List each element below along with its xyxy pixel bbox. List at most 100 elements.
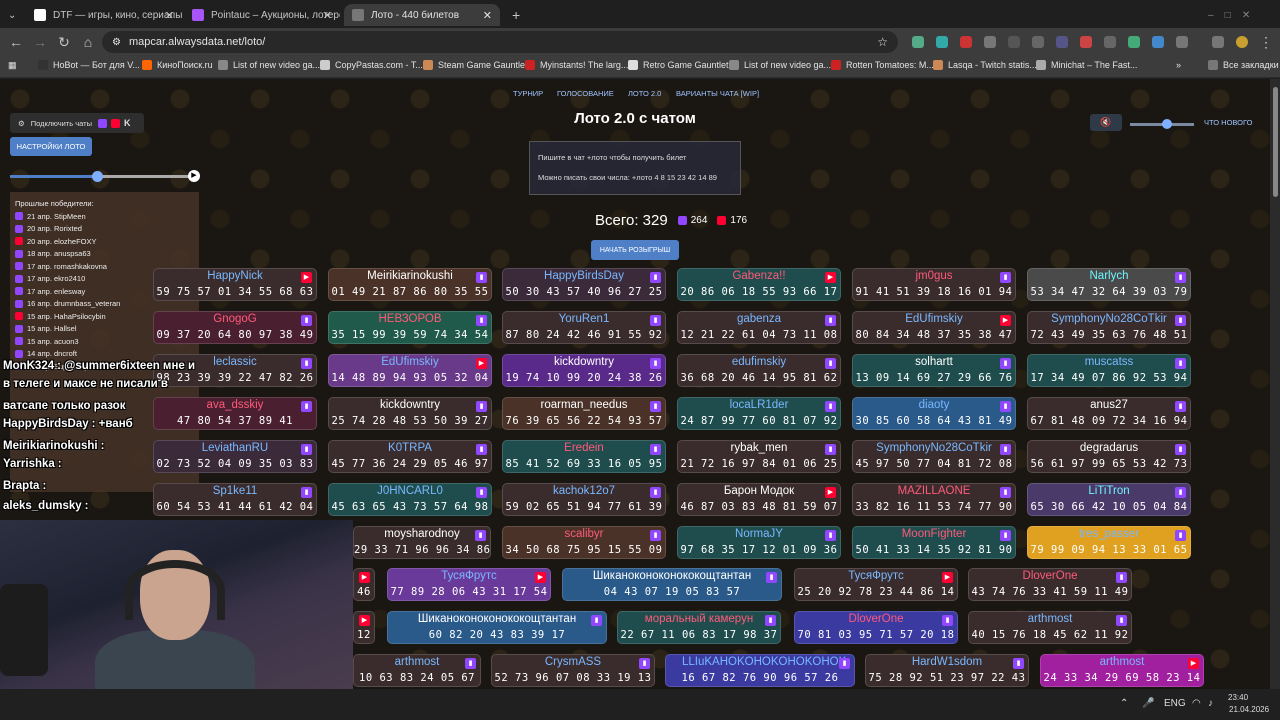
ticket-username: MAZILLAONE [897,485,971,497]
whats-new-link[interactable]: ЧТО НОВОГО [1204,118,1252,127]
close-icon[interactable]: ✕ [483,9,492,22]
site-info-icon[interactable]: ⚙ [112,37,121,48]
extension-icon[interactable] [936,36,948,48]
loto-settings-button[interactable]: НАСТРОЙКИ ЛОТО [10,137,92,156]
bookmark-item[interactable]: Rotten Tomatoes: M... [831,60,934,70]
ticket-username: anus27 [1090,399,1128,411]
nav-chat-variants[interactable]: ВАРИАНТЫ ЧАТА [WIP] [676,89,759,98]
nav-loto[interactable]: ЛОТО 2.0 [628,89,661,98]
lottery-ticket: arthmost 24 33 34 29 69 58 23 14 ▶ [1040,654,1204,687]
nav-tournament[interactable]: ТУРНИР [513,89,543,98]
volume-icon[interactable]: ♪ [1208,698,1213,709]
ticket-username: SymphonyNo28CoTkir [1051,313,1167,325]
all-bookmarks[interactable]: Все закладки [1208,60,1279,70]
mute-button[interactable]: 🔇 [1090,114,1122,131]
connect-chats[interactable]: ⚙ Подключить чаты K [10,113,144,133]
url-input[interactable]: ⚙ mapcar.alwaysdata.net/loto/ ☆ [102,31,898,53]
slider-knob[interactable] [1162,119,1172,129]
twitch-icon: ▮ [825,401,836,412]
twitch-icon[interactable] [97,118,107,128]
ticket-numbers: 50 41 33 14 35 92 81 90 [855,544,1013,556]
youtube-icon: ▶ [301,272,312,283]
ticket-numbers: 46 [357,586,371,598]
tab-pointauc[interactable]: Pointauc – Аукционы, лотере ✕ [184,4,340,26]
tab-search-button[interactable]: ⌄ [0,4,24,26]
ticket-numbers: 77 89 28 06 43 31 17 54 [390,586,548,598]
twitch-count: 264 [677,215,707,226]
lottery-ticket: SymphonyNo28CoTkir 72 43 49 35 63 76 48 5… [1027,311,1191,344]
volume-slider[interactable]: ▶ [10,170,200,182]
ticket-username: solhartt [915,356,953,368]
bookmark-item[interactable]: Steam Game Gauntlet [423,60,528,70]
ticket-numbers: 25 74 28 48 53 50 39 27 [331,415,489,427]
extension-icon[interactable] [984,36,996,48]
apps-icon[interactable]: ▦ [8,60,17,71]
bookmark-item[interactable]: Minichat – The Fast... [1036,60,1137,70]
start-draw-button[interactable]: НАЧАТЬ РОЗЫГРЫШ [591,240,679,260]
bookmark-item[interactable]: Myinstants! The larg... [525,60,628,70]
new-tab-button[interactable]: + [504,4,524,26]
lottery-ticket: degradarus 56 61 97 99 65 53 42 73 ▮ [1027,440,1191,473]
bookmark-item[interactable]: HoBot — Бот для V... [38,60,140,70]
extension-icon[interactable] [1152,36,1164,48]
ticket-username: ava_dsskiy [206,399,264,411]
scrollbar[interactable] [1270,79,1280,689]
ticket-numbers: 19 74 10 99 20 24 38 26 [505,372,663,384]
menu-icon[interactable]: ⋮ [1258,34,1274,50]
forward-icon[interactable]: → [32,34,48,50]
ticket-username: ТусяФрутс [441,570,497,582]
clock-time[interactable]: 23:40 [1228,693,1248,702]
twitch-icon: ▮ [1175,530,1186,541]
more-bookmarks-icon[interactable]: » [1176,60,1181,70]
extension-icon[interactable] [1056,36,1068,48]
sound-slider[interactable] [1130,119,1194,129]
tab-loto[interactable]: Лото - 440 билетов ✕ [344,4,500,26]
lottery-ticket: NormaJY 97 68 35 17 12 01 09 36 ▮ [677,526,841,559]
extension-icon[interactable] [1080,36,1092,48]
extension-icon[interactable] [1032,36,1044,48]
home-icon[interactable]: ⌂ [80,34,96,50]
bookmark-item[interactable]: Lasqa - Twitch statis... [933,60,1037,70]
avatar[interactable] [1236,36,1248,48]
extension-icon[interactable] [1008,36,1020,48]
youtube-icon[interactable] [110,118,120,128]
window-controls[interactable]: – □ ✕ [1200,4,1258,26]
extension-icon[interactable] [960,36,972,48]
extension-icon[interactable] [912,36,924,48]
close-icon[interactable]: ✕ [165,9,174,22]
youtube-icon: ▶ [476,358,487,369]
lottery-ticket: 46 ▶ [353,568,375,601]
ticket-numbers: 47 80 54 37 89 41 [177,415,293,427]
lottery-ticket: kickdowntry 25 74 28 48 53 50 39 27 ▮ [328,397,492,430]
wifi-icon[interactable]: ◠ [1192,698,1201,709]
lottery-ticket: tres_passer 79 99 09 94 13 33 01 65 ▮ [1027,526,1191,559]
tab-search-icon[interactable] [1212,36,1224,48]
bookmark-item[interactable]: List of new video ga... [729,60,831,70]
extension-icon[interactable] [1128,36,1140,48]
bookmark-item[interactable]: List of new video ga... [218,60,320,70]
slider-knob[interactable] [92,171,103,182]
bookmark-item[interactable]: КиноПоиск.ru [142,60,213,70]
tab-dtf[interactable]: DTF — игры, кино, сериалы, р ✕ [26,4,182,26]
reload-icon[interactable]: ↻ [56,34,72,50]
ticket-numbers: 70 81 03 95 71 57 20 18 [797,629,955,641]
bookmark-item[interactable]: CopyPastas.com - T... [320,60,423,70]
language-indicator[interactable]: ENG [1164,698,1186,709]
youtube-icon [717,216,727,225]
ticket-username: LeviathanRU [201,442,269,454]
clock-date[interactable]: 21.04.2026 [1229,705,1269,714]
play-icon[interactable]: ▶ [188,170,200,182]
tray-chevron-icon[interactable]: ⌃ [1120,698,1128,709]
extensions-puzzle-icon[interactable] [1176,36,1188,48]
close-icon[interactable]: ✕ [323,9,332,22]
nav-voting[interactable]: ГОЛОСОВАНИЕ [557,89,614,98]
mic-icon[interactable]: 🎤 [1142,698,1154,709]
loto-favicon-icon [352,9,364,21]
ticket-numbers: 91 41 51 39 18 16 01 94 [855,286,1013,298]
bookmark-star-icon[interactable]: ☆ [877,35,888,49]
kick-icon[interactable]: K [124,118,131,128]
tab-bar: ⌄ DTF — игры, кино, сериалы, р ✕ Pointauc… [0,0,1280,28]
extension-icon[interactable] [1104,36,1116,48]
bookmark-item[interactable]: Retro Game Gauntlet [628,60,729,70]
back-icon[interactable]: ← [8,34,24,50]
